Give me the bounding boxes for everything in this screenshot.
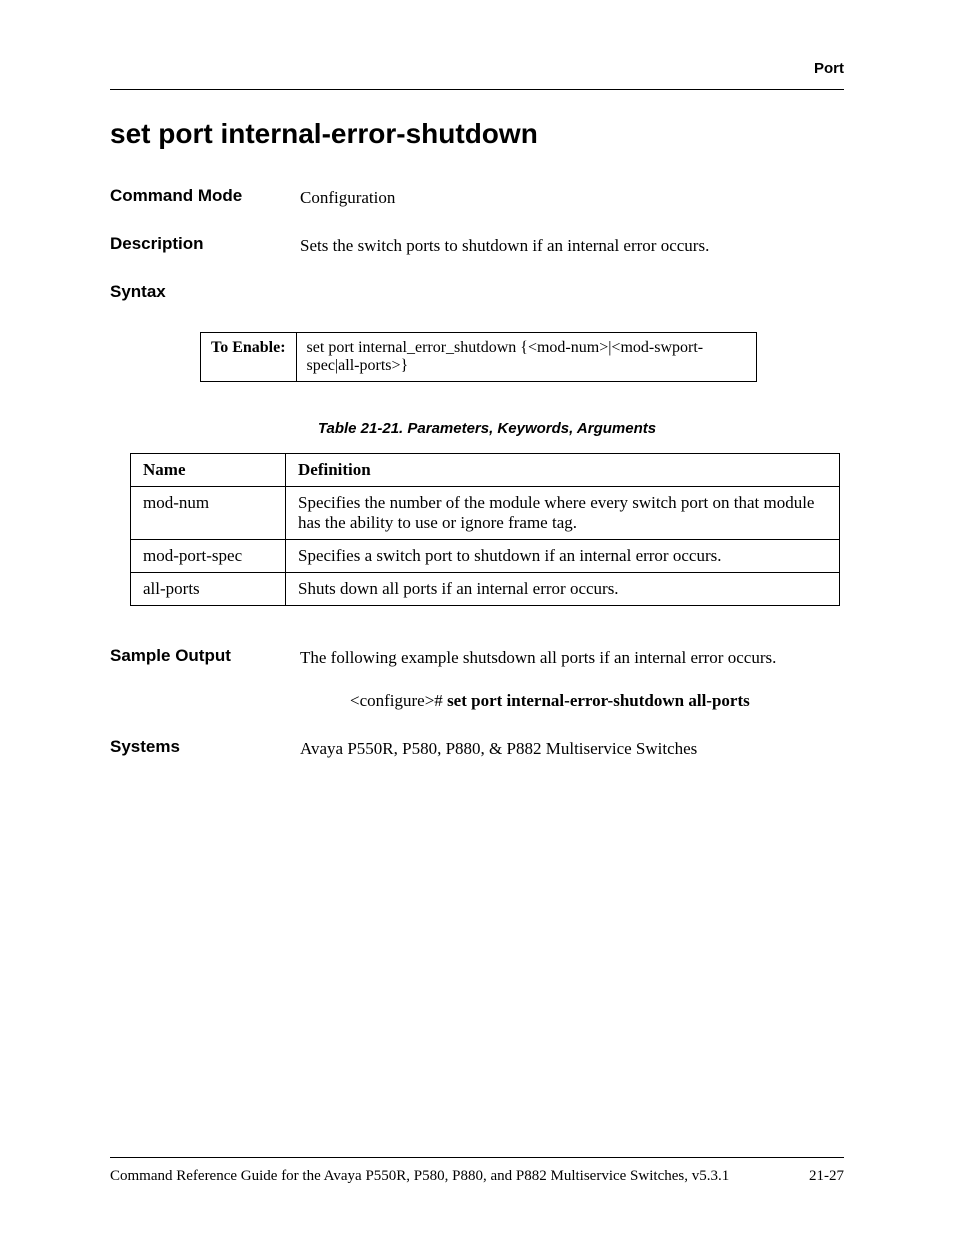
param-definition: Specifies the number of the module where… <box>286 486 840 539</box>
systems-row: Systems Avaya P550R, P580, P880, & P882 … <box>110 737 844 761</box>
sample-output-content: The following example shutsdown all port… <box>300 646 844 714</box>
syntax-enable-label: To Enable: <box>201 332 297 381</box>
table-row: mod-num Specifies the number of the modu… <box>131 486 840 539</box>
page-footer: Command Reference Guide for the Avaya P5… <box>110 1157 844 1185</box>
description-value: Sets the switch ports to shutdown if an … <box>300 234 844 258</box>
param-definition: Specifies a switch port to shutdown if a… <box>286 539 840 572</box>
param-table-caption: Table 21-21. Parameters, Keywords, Argum… <box>130 420 844 437</box>
footer-right: 21-27 <box>809 1168 844 1185</box>
param-name: all-ports <box>131 572 286 605</box>
sample-command-bold: set port internal-error-shutdown all-por… <box>447 691 750 710</box>
param-name: mod-port-spec <box>131 539 286 572</box>
syntax-row-enable: To Enable: set port internal_error_shutd… <box>201 332 757 381</box>
page-title: set port internal-error-shutdown <box>110 118 844 150</box>
param-table: Name Definition mod-num Specifies the nu… <box>130 453 840 606</box>
command-mode-value: Configuration <box>300 186 844 210</box>
footer-left: Command Reference Guide for the Avaya P5… <box>110 1168 729 1185</box>
sample-prompt: <configure># <box>350 691 447 710</box>
sample-command-line: <configure># set port internal-error-shu… <box>350 689 844 713</box>
command-mode-row: Command Mode Configuration <box>110 186 844 210</box>
table-row: all-ports Shuts down all ports if an int… <box>131 572 840 605</box>
systems-label: Systems <box>110 737 300 757</box>
header-section-label: Port <box>110 60 844 77</box>
header-divider <box>110 89 844 90</box>
command-mode-label: Command Mode <box>110 186 300 206</box>
footer-divider <box>110 1157 844 1158</box>
sample-output-label: Sample Output <box>110 646 300 666</box>
footer-row: Command Reference Guide for the Avaya P5… <box>110 1168 844 1185</box>
syntax-enable-command: set port internal_error_shutdown {<mod-n… <box>296 332 756 381</box>
sample-output-row: Sample Output The following example shut… <box>110 646 844 714</box>
systems-value: Avaya P550R, P580, P880, & P882 Multiser… <box>300 737 844 761</box>
syntax-table: To Enable: set port internal_error_shutd… <box>200 332 757 382</box>
param-name: mod-num <box>131 486 286 539</box>
param-header-name: Name <box>131 453 286 486</box>
param-header-row: Name Definition <box>131 453 840 486</box>
param-definition: Shuts down all ports if an internal erro… <box>286 572 840 605</box>
description-label: Description <box>110 234 300 254</box>
param-header-definition: Definition <box>286 453 840 486</box>
table-row: mod-port-spec Specifies a switch port to… <box>131 539 840 572</box>
description-row: Description Sets the switch ports to shu… <box>110 234 844 258</box>
sample-output-text: The following example shutsdown all port… <box>300 646 844 670</box>
syntax-label: Syntax <box>110 282 844 302</box>
